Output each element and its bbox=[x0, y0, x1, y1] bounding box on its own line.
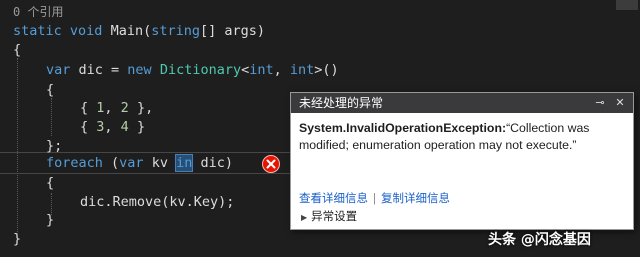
exception-helper-popup: 未经处理的异常 ⊸ ✕ System.InvalidOperationExcep… bbox=[290, 92, 634, 230]
code-line-dictionary-declaration[interactable]: var dic = new Dictionary<int, int>() bbox=[46, 60, 339, 80]
code-line-open-brace[interactable]: { bbox=[13, 40, 21, 60]
scrollbar-marker[interactable] bbox=[616, 0, 638, 10]
highlighted-in-keyword[interactable]: in bbox=[175, 154, 194, 172]
watermark: 头条 @闪念基因 bbox=[488, 232, 591, 248]
code-line-loop-open[interactable]: { bbox=[46, 173, 54, 193]
exception-settings-label: 异常设置 bbox=[311, 211, 358, 223]
code-line-entry-2[interactable]: { 3, 4 } bbox=[80, 117, 145, 137]
error-icon[interactable] bbox=[262, 155, 280, 173]
popup-links: 查看详细信息 | 复制详细信息 bbox=[299, 190, 450, 206]
code-line-remove-call[interactable]: dic.Remove(kv.Key); bbox=[80, 192, 234, 212]
pin-icon[interactable]: ⊸ bbox=[593, 93, 607, 113]
copy-details-link[interactable]: 复制详细信息 bbox=[381, 193, 450, 205]
exception-settings-toggle[interactable]: ▶ 异常设置 bbox=[301, 208, 357, 224]
popup-title: 未经处理的异常 bbox=[291, 93, 633, 113]
exception-type: System.InvalidOperationException: bbox=[299, 121, 507, 135]
code-line-foreach[interactable]: foreach (var kv in dic) bbox=[46, 153, 233, 173]
code-line-loop-close[interactable]: } bbox=[46, 210, 54, 230]
code-line-method-close[interactable]: } bbox=[13, 229, 21, 249]
link-separator: | bbox=[373, 193, 376, 205]
view-details-link[interactable]: 查看详细信息 bbox=[299, 193, 368, 205]
code-line-entry-1[interactable]: { 1, 2 }, bbox=[80, 98, 153, 118]
code-line-initializer-open[interactable]: { bbox=[46, 80, 54, 100]
close-icon[interactable]: ✕ bbox=[613, 93, 627, 113]
code-lens-references[interactable]: 0 个引用 bbox=[13, 2, 63, 22]
expand-triangle-icon: ▶ bbox=[301, 213, 308, 222]
code-line-method-signature[interactable]: static void Main(string[] args) bbox=[13, 21, 265, 41]
indent-guide bbox=[51, 98, 52, 136]
indent-guide bbox=[17, 58, 18, 234]
exception-message: System.InvalidOperationException:“Collec… bbox=[299, 120, 625, 154]
